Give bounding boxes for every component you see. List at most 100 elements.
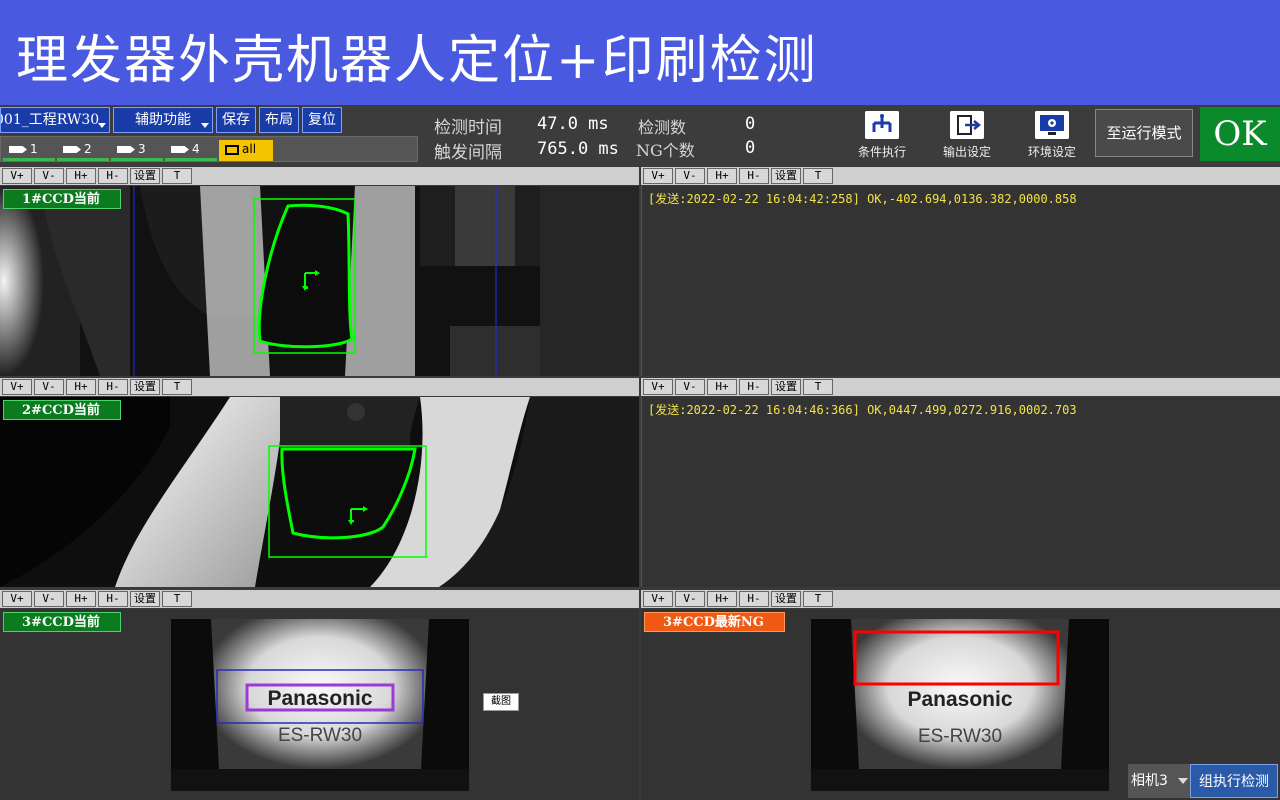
- ccd1-image-pane: 1#CCD当前: [0, 186, 639, 376]
- settings-button[interactable]: 设置: [771, 379, 801, 395]
- camera-tab-icon: [9, 146, 27, 153]
- v-plus-button[interactable]: V+: [643, 379, 673, 395]
- v-minus-button[interactable]: V-: [34, 379, 64, 395]
- h-plus-button[interactable]: H+: [66, 379, 96, 395]
- h-minus-button[interactable]: H-: [98, 379, 128, 395]
- h-minus-button[interactable]: H-: [739, 168, 769, 184]
- v-plus-button[interactable]: V+: [2, 379, 32, 395]
- t-button[interactable]: T: [803, 168, 833, 184]
- v-minus-button[interactable]: V-: [675, 168, 705, 184]
- screenshot-button[interactable]: 截图: [483, 693, 519, 711]
- ccd3-ng-camera-image: Panasonic ES-RW30: [811, 619, 1109, 791]
- h-plus-button[interactable]: H+: [707, 379, 737, 395]
- tab-label: 3: [138, 142, 146, 156]
- save-button[interactable]: 保存: [216, 107, 256, 133]
- detect-time-value: 47.0 ms: [537, 114, 609, 134]
- v-plus-button[interactable]: V+: [2, 168, 32, 184]
- group-exec-button[interactable]: 组执行检测: [1190, 764, 1278, 798]
- env-settings-label: 环境设定: [1027, 145, 1076, 159]
- tab-label: 2: [84, 142, 92, 156]
- v-minus-button[interactable]: V-: [34, 168, 64, 184]
- tab-1[interactable]: 1: [3, 140, 55, 161]
- chevron-down-icon: [201, 123, 209, 128]
- monitor-gear-icon: [1035, 111, 1069, 139]
- result-ok-indicator: OK: [1200, 107, 1280, 161]
- v-minus-button[interactable]: V-: [675, 591, 705, 607]
- t-button[interactable]: T: [803, 591, 833, 607]
- settings-button[interactable]: 设置: [130, 379, 160, 395]
- env-settings-button[interactable]: 环境设定: [1017, 108, 1087, 163]
- reset-button[interactable]: 复位: [302, 107, 342, 133]
- tab-3[interactable]: 3: [111, 140, 163, 161]
- view-controls-log1: V+ V- H+ H- 设置 T: [641, 167, 1280, 185]
- v-plus-button[interactable]: V+: [643, 168, 673, 184]
- ccd2-log-line: [发送:2022-02-22 16:04:46:366] OK,0447.499…: [648, 403, 1077, 417]
- h-plus-button[interactable]: H+: [66, 591, 96, 607]
- camera-select[interactable]: 相机3: [1128, 764, 1190, 798]
- ccd2-image-pane: 2#CCD当前: [0, 397, 639, 587]
- ccd3-brand-text: Panasonic: [267, 687, 372, 710]
- h-minus-button[interactable]: H-: [98, 168, 128, 184]
- ccd2-label: 2#CCD当前: [3, 400, 121, 420]
- title-banner: 理发器外壳机器人定位+印刷检测: [0, 0, 1280, 105]
- tab-all[interactable]: all: [219, 140, 273, 161]
- ccd3-image-pane: Panasonic ES-RW30 3#CCD当前: [0, 609, 639, 800]
- t-button[interactable]: T: [162, 591, 192, 607]
- app-window: 理发器外壳机器人定位+印刷检测 001_工程RW30 辅助功能 保存 布局 复位…: [0, 0, 1280, 800]
- ccd3-label: 3#CCD当前: [3, 612, 121, 632]
- view-controls-ccd1: V+ V- H+ H- 设置 T: [0, 167, 639, 185]
- v-minus-button[interactable]: V-: [34, 591, 64, 607]
- h-minus-button[interactable]: H-: [739, 379, 769, 395]
- app-title: 理发器外壳机器人定位+印刷检测: [16, 31, 818, 91]
- h-plus-button[interactable]: H+: [66, 168, 96, 184]
- settings-button[interactable]: 设置: [771, 168, 801, 184]
- v-plus-button[interactable]: V+: [643, 591, 673, 607]
- tab-2[interactable]: 2: [57, 140, 109, 161]
- output-settings-button[interactable]: 输出设定: [932, 108, 1002, 163]
- detect-count-value: 0: [745, 114, 756, 134]
- ccd1-camera-image: [0, 186, 639, 376]
- ng-brand-text: Panasonic: [907, 688, 1012, 711]
- ccd1-log-pane: [发送:2022-02-22 16:04:42:258] OK,-402.694…: [641, 186, 1280, 376]
- condition-exec-label: 条件执行: [857, 145, 906, 159]
- h-minus-button[interactable]: H-: [739, 591, 769, 607]
- t-button[interactable]: T: [162, 379, 192, 395]
- h-plus-button[interactable]: H+: [707, 591, 737, 607]
- program-select[interactable]: 001_工程RW30: [0, 107, 110, 133]
- camera-tab-icon: [117, 146, 135, 153]
- detect-count-label: 检测数: [638, 118, 687, 137]
- toolbar: 001_工程RW30 辅助功能 保存 布局 复位 1 2 3 4 all 检测时…: [0, 105, 1280, 166]
- settings-button[interactable]: 设置: [130, 168, 160, 184]
- ng-count-label: NG个数: [636, 141, 695, 160]
- view-controls-log2: V+ V- H+ H- 设置 T: [641, 378, 1280, 396]
- camera-tab-icon: [225, 144, 239, 155]
- run-mode-button[interactable]: 至运行模式: [1095, 109, 1193, 157]
- t-button[interactable]: T: [162, 168, 192, 184]
- ccd1-log-line: [发送:2022-02-22 16:04:42:258] OK,-402.694…: [648, 192, 1077, 206]
- ccd3-camera-image: Panasonic ES-RW30: [171, 619, 469, 791]
- robot-arm-icon: [865, 111, 899, 139]
- ccd3-model-text: ES-RW30: [278, 725, 362, 746]
- settings-button[interactable]: 设置: [130, 591, 160, 607]
- layout-button[interactable]: 布局: [259, 107, 299, 133]
- view-controls-ccd3: V+ V- H+ H- 设置 T: [0, 590, 639, 608]
- v-plus-button[interactable]: V+: [2, 591, 32, 607]
- t-button[interactable]: T: [803, 379, 833, 395]
- ccd3-ng-label: 3#CCD最新NG: [644, 612, 785, 632]
- camera-tab-icon: [63, 146, 81, 153]
- h-plus-button[interactable]: H+: [707, 168, 737, 184]
- settings-button[interactable]: 设置: [771, 591, 801, 607]
- assist-menu-button[interactable]: 辅助功能: [113, 107, 213, 133]
- tab-label: 1: [30, 142, 38, 156]
- view-controls-ccd2: V+ V- H+ H- 设置 T: [0, 378, 639, 396]
- tab-label: all: [242, 142, 257, 156]
- tab-4[interactable]: 4: [165, 140, 217, 161]
- camera-tab-icon: [171, 146, 189, 153]
- v-minus-button[interactable]: V-: [675, 379, 705, 395]
- h-minus-button[interactable]: H-: [98, 591, 128, 607]
- trigger-interval-value: 765.0 ms: [537, 139, 619, 159]
- condition-exec-button[interactable]: 条件执行: [847, 108, 917, 163]
- ccd1-label: 1#CCD当前: [3, 189, 121, 209]
- assist-menu-label: 辅助功能: [135, 112, 191, 128]
- program-select-value: 001_工程RW30: [0, 112, 100, 128]
